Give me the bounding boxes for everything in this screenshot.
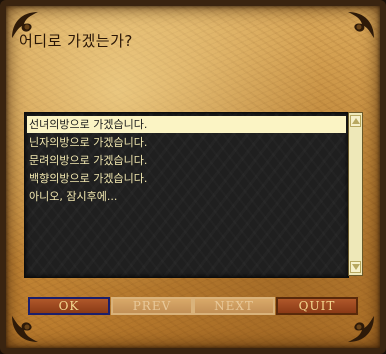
triangle-up-icon	[351, 118, 360, 124]
list-item[interactable]: 선녀의방으로 가겠습니다.	[27, 116, 346, 133]
corner-ornament-bottom-left	[8, 312, 42, 346]
corner-ornament-bottom-right	[344, 312, 378, 346]
choice-list: 선녀의방으로 가겠습니다. 닌자의방으로 가겠습니다. 문려의방으로 가겠습니다…	[24, 112, 349, 278]
next-button[interactable]: NEXT	[193, 297, 275, 315]
list-item[interactable]: 문려의방으로 가겠습니다.	[27, 152, 346, 169]
list-item[interactable]: 백향의방으로 가겠습니다.	[27, 170, 346, 187]
scroll-up-button[interactable]	[350, 115, 361, 127]
list-item[interactable]: 닌자의방으로 가겠습니다.	[27, 134, 346, 151]
quit-button[interactable]: QUIT	[276, 297, 358, 315]
scroll-down-button[interactable]	[350, 261, 361, 273]
scrollbar[interactable]	[348, 112, 363, 276]
list-item[interactable]: 아니오, 잠시후에...	[27, 188, 346, 205]
corner-ornament-top-right	[344, 8, 378, 42]
ok-button[interactable]: OK	[28, 297, 110, 315]
dialog-title: 어디로 가겠는가?	[19, 32, 133, 50]
prev-button[interactable]: PREV	[111, 297, 193, 315]
triangle-down-icon	[351, 264, 360, 270]
